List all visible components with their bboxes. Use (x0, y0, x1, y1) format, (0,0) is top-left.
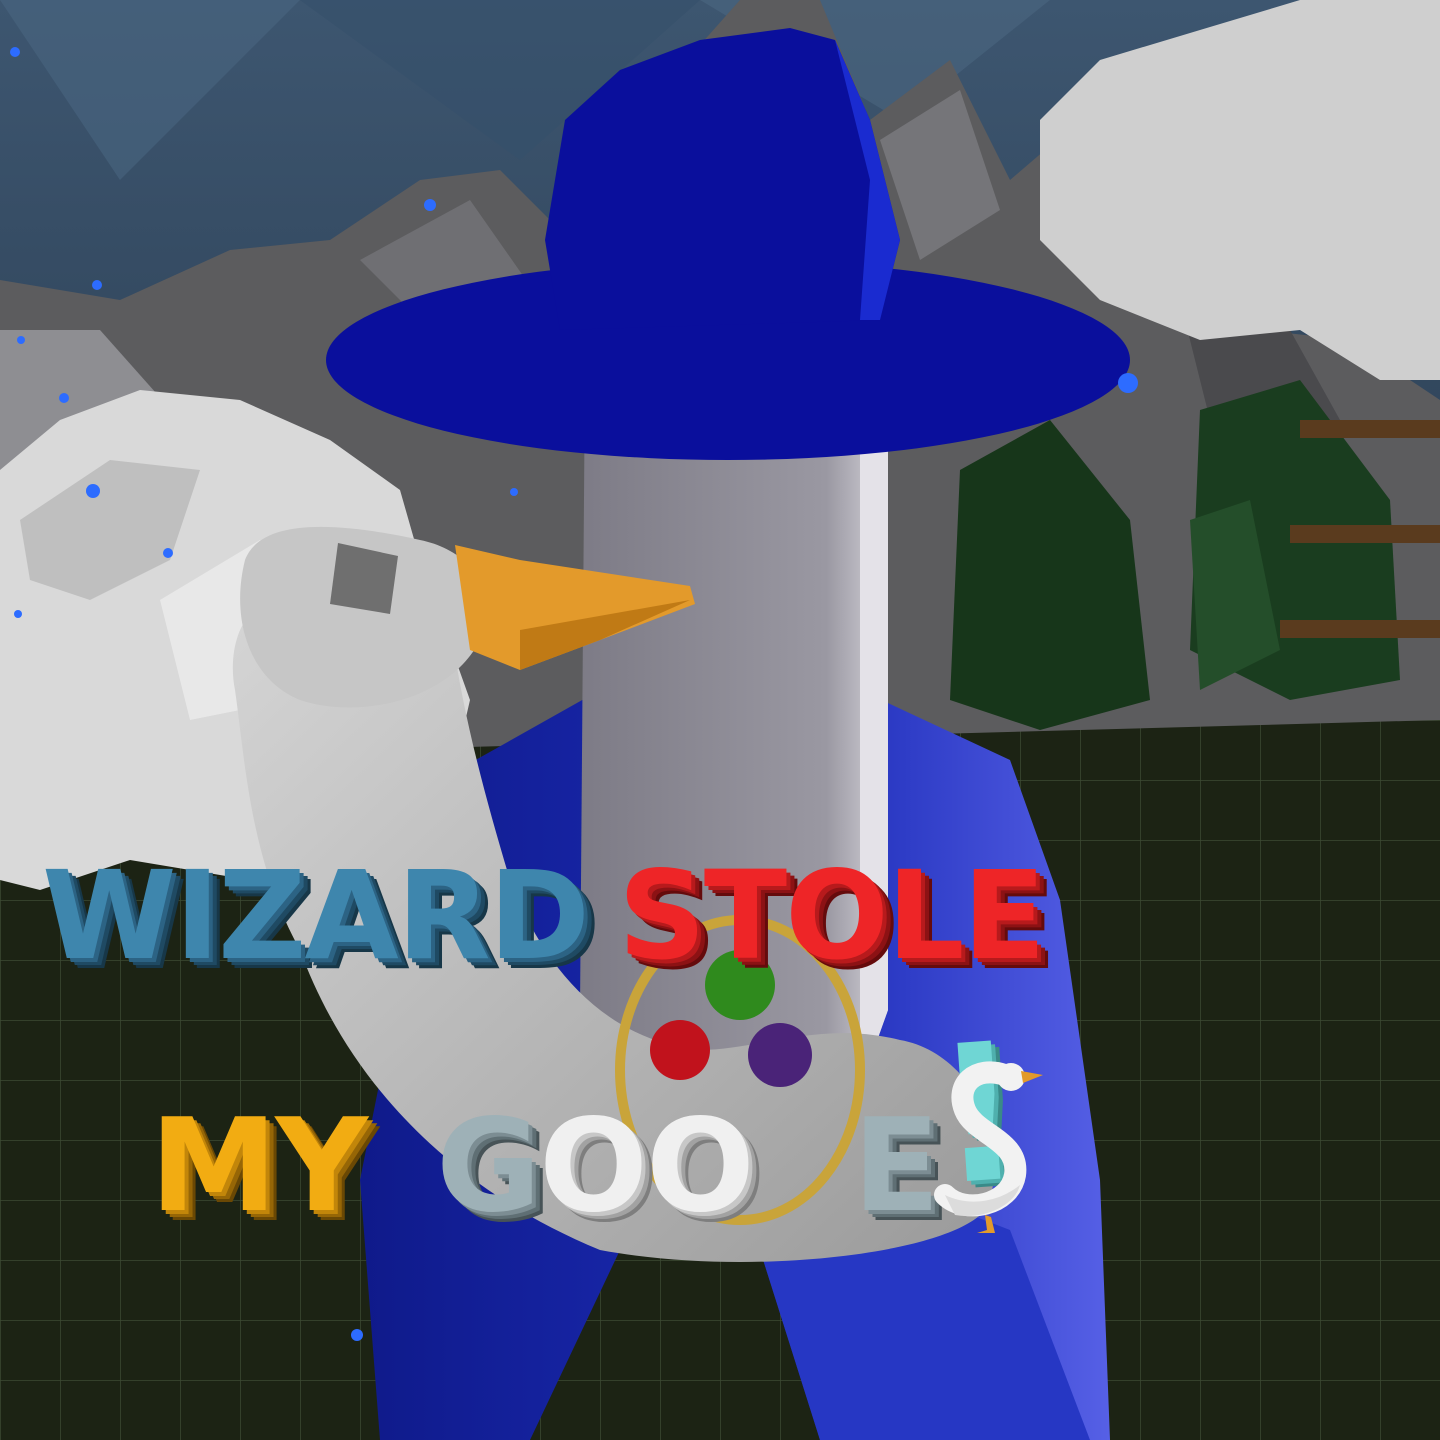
goose-as-letter-s-icon (934, 1061, 1043, 1233)
title-word-my: MY (150, 1092, 368, 1241)
title-line-2: MY GOO E! (150, 1001, 1028, 1241)
title-goose-g: G (436, 1092, 541, 1241)
title-line-1: WIZARD STOLE (42, 855, 1046, 977)
title-word-stole: STOLE (618, 845, 1046, 987)
title-word-goose: GOO E (436, 1092, 940, 1241)
title-word-wizard: WIZARD (42, 845, 590, 987)
title-goose-oo: OO (539, 1092, 755, 1241)
game-scene: WIZARD STOLE MY GOO E! (0, 0, 1440, 1440)
